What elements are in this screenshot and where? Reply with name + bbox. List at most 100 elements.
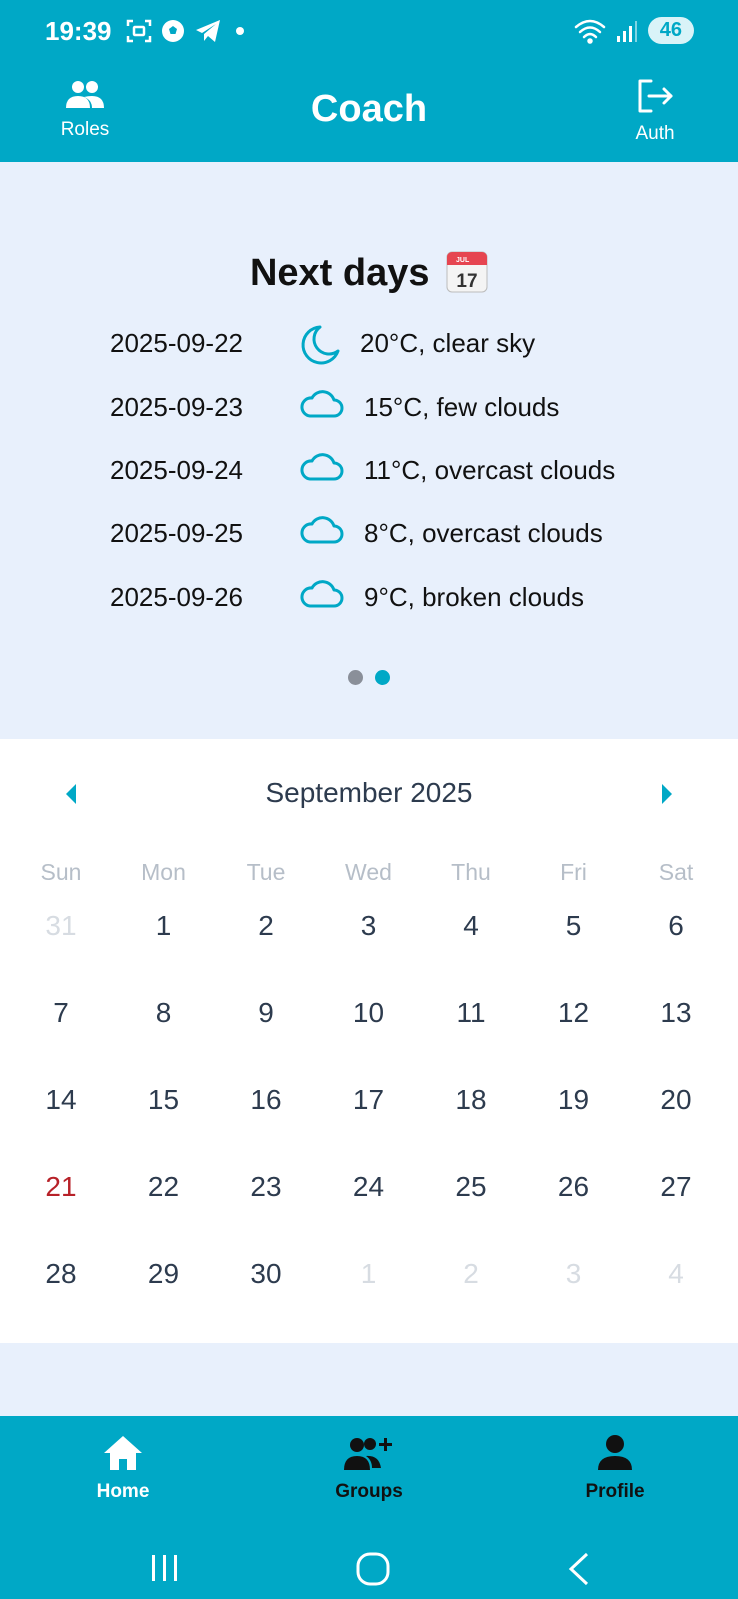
calendar-day[interactable]: 8 bbox=[114, 997, 214, 1029]
calendar-day[interactable]: 24 bbox=[319, 1171, 419, 1203]
football-icon bbox=[162, 20, 184, 42]
weather-title: Next days JUL 17 bbox=[0, 251, 738, 297]
calendar-day[interactable]: 13 bbox=[626, 997, 726, 1029]
next-month-button[interactable] bbox=[660, 783, 674, 805]
weekday-header: Mon bbox=[141, 859, 186, 885]
add-group-icon bbox=[344, 1438, 392, 1470]
nav-profile-label: Profile bbox=[585, 1481, 645, 1502]
home-button[interactable] bbox=[356, 1552, 390, 1586]
signal-icon bbox=[616, 20, 637, 42]
nav-home[interactable]: Home bbox=[53, 1434, 193, 1503]
home-icon bbox=[104, 1436, 142, 1470]
pager-dot-1[interactable] bbox=[348, 670, 363, 685]
calendar-day-outside: 3 bbox=[565, 1258, 582, 1289]
auth-label: Auth bbox=[635, 123, 675, 144]
forecast-text: 11°C, overcast clouds bbox=[364, 455, 616, 485]
wifi-icon bbox=[574, 19, 605, 44]
calendar-day[interactable]: 2 bbox=[216, 910, 316, 942]
weekday-header: Fri bbox=[560, 859, 587, 885]
forecast-row: 2025-09-25 8°C, overcast clouds bbox=[0, 514, 738, 554]
forecast-row: 2025-09-24 11°C, overcast clouds bbox=[0, 451, 738, 491]
logout-icon bbox=[638, 79, 673, 113]
calendar-day[interactable]: 30 bbox=[216, 1258, 316, 1290]
calendar-day[interactable]: 15 bbox=[114, 1084, 214, 1116]
pager-dot-2[interactable] bbox=[375, 670, 390, 685]
calendar-day[interactable]: 26 bbox=[524, 1171, 624, 1203]
forecast-date: 2025-09-24 bbox=[110, 455, 243, 485]
weekday-header: Wed bbox=[345, 859, 392, 885]
forecast-row: 2025-09-22 20°C, clear sky bbox=[0, 324, 738, 365]
month-calendar: September 2025 Sun Mon Tue Wed Thu Fri Sat 31 1 2… bbox=[0, 739, 738, 1343]
calendar-day-today[interactable]: 21 bbox=[11, 1171, 111, 1203]
nav-profile[interactable]: Profile bbox=[545, 1434, 685, 1503]
screenshot-icon bbox=[126, 19, 152, 43]
calendar-day[interactable]: 1 bbox=[114, 910, 214, 942]
calendar-day[interactable]: 11 bbox=[421, 997, 521, 1029]
calendar-day-outside: 31 bbox=[45, 910, 77, 941]
nav-groups-label: Groups bbox=[335, 1481, 403, 1502]
telegram-icon bbox=[196, 20, 220, 42]
cloud-icon bbox=[300, 390, 344, 418]
calendar-day[interactable]: 3 bbox=[319, 910, 419, 942]
forecast-date: 2025-09-23 bbox=[110, 392, 243, 422]
calendar-day[interactable]: 9 bbox=[216, 997, 316, 1029]
moon-icon bbox=[301, 325, 340, 365]
status-bar: 19:39 46 bbox=[0, 0, 738, 62]
calendar-day[interactable]: 16 bbox=[216, 1084, 316, 1116]
nav-groups[interactable]: Groups bbox=[299, 1434, 439, 1503]
calendar-day[interactable]: 17 bbox=[319, 1084, 419, 1116]
person-icon bbox=[598, 1435, 632, 1470]
calendar-day[interactable]: 28 bbox=[11, 1258, 111, 1290]
app-bar: Roles Coach Auth bbox=[0, 62, 738, 162]
weekday-header: Tue bbox=[246, 859, 286, 885]
forecast-text: 8°C, overcast clouds bbox=[364, 518, 603, 548]
forecast-row: 2025-09-23 15°C, few clouds bbox=[0, 388, 738, 428]
calendar-day-outside: 2 bbox=[463, 1258, 479, 1289]
system-nav-bar bbox=[0, 1526, 738, 1599]
weekday-header: Sun bbox=[40, 859, 82, 885]
dot-icon bbox=[236, 27, 244, 35]
weekday-header: Sat bbox=[658, 859, 694, 885]
forecast-row: 2025-09-26 9°C, broken clouds bbox=[0, 578, 738, 618]
status-system-icons: 46 bbox=[574, 17, 694, 44]
calendar-day[interactable]: 6 bbox=[626, 910, 726, 942]
cloud-icon bbox=[300, 580, 344, 608]
forecast-date: 2025-09-26 bbox=[110, 582, 243, 612]
weather-title-text: Next days bbox=[249, 252, 430, 294]
calendar-day[interactable]: 10 bbox=[319, 997, 419, 1029]
cloud-icon bbox=[300, 453, 344, 481]
calendar-day[interactable]: 12 bbox=[524, 997, 624, 1029]
calendar-day[interactable]: 18 bbox=[421, 1084, 521, 1116]
calendar-day[interactable]: 19 bbox=[524, 1084, 624, 1116]
calendar-day[interactable]: 27 bbox=[626, 1171, 726, 1203]
calendar-day[interactable]: 4 bbox=[421, 910, 521, 942]
battery-level: 46 bbox=[647, 17, 694, 44]
forecast-date: 2025-09-22 bbox=[110, 328, 243, 358]
forecast-text: 20°C, clear sky bbox=[360, 328, 536, 358]
cloud-icon bbox=[300, 516, 344, 544]
pager-dots bbox=[348, 670, 390, 685]
calendar-day[interactable]: 20 bbox=[626, 1084, 726, 1116]
weekday-header: Thu bbox=[451, 859, 491, 885]
svg-text:JUL: JUL bbox=[456, 257, 470, 264]
status-time: 19:39 bbox=[45, 16, 112, 46]
calendar-day-outside: 1 bbox=[360, 1258, 377, 1289]
calendar-day[interactable]: 5 bbox=[524, 910, 624, 942]
forecast-text: 9°C, broken clouds bbox=[364, 582, 584, 612]
calendar-day[interactable]: 29 bbox=[114, 1258, 214, 1290]
status-notification-icons bbox=[126, 18, 250, 44]
auth-button[interactable]: Auth bbox=[610, 78, 700, 145]
nav-home-label: Home bbox=[96, 1481, 150, 1502]
calendar-day[interactable]: 22 bbox=[114, 1171, 214, 1203]
calendar-day-outside: 4 bbox=[668, 1258, 684, 1289]
calendar-day[interactable]: 14 bbox=[11, 1084, 111, 1116]
back-button[interactable] bbox=[568, 1552, 590, 1586]
calendar-day[interactable]: 23 bbox=[216, 1171, 316, 1203]
weather-forecast-card[interactable]: Next days JUL 17 2025-09-22 20°C, clear … bbox=[0, 162, 738, 739]
recent-apps-button[interactable] bbox=[150, 1554, 180, 1582]
forecast-date: 2025-09-25 bbox=[110, 518, 243, 548]
svg-text:17: 17 bbox=[456, 271, 477, 292]
calendar-day[interactable]: 7 bbox=[11, 997, 111, 1029]
calendar-day[interactable]: 25 bbox=[421, 1171, 521, 1203]
calendar-emoji-icon: JUL 17 bbox=[446, 251, 488, 293]
